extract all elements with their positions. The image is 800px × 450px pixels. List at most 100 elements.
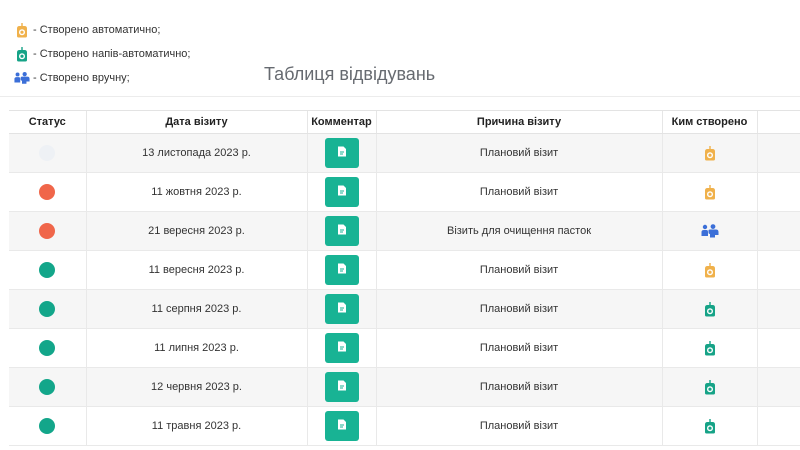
status-cell xyxy=(9,289,86,329)
robot-green-icon xyxy=(703,379,717,394)
status-cell xyxy=(9,328,86,368)
robot-orange-icon xyxy=(703,184,717,199)
table-row[interactable]: 11 липня 2023 р. Плановий візит xyxy=(9,328,800,368)
status-cell xyxy=(9,367,86,407)
table-row[interactable]: 11 серпня 2023 р. Плановий візит xyxy=(9,289,800,329)
column-header-reason[interactable]: Причина візиту xyxy=(375,110,662,134)
reason-cell: Плановий візит xyxy=(375,133,662,173)
column-header-comment[interactable]: Комментар xyxy=(306,110,376,134)
extra-cell xyxy=(756,367,800,407)
status-cell xyxy=(9,250,86,290)
column-header-date[interactable]: Дата візиту xyxy=(85,110,307,134)
table-row[interactable]: 13 листопада 2023 р. Плановий візит xyxy=(9,133,800,173)
status-cell xyxy=(9,406,86,446)
comment-cell xyxy=(306,328,376,368)
creator-cell xyxy=(661,328,757,368)
legend-item-manual: - Створено вручну; xyxy=(14,68,190,88)
legend-label-auto: - Створено автоматично; xyxy=(33,24,161,36)
robot-green-icon xyxy=(703,340,717,355)
comment-button[interactable] xyxy=(324,216,359,246)
people-blue-icon xyxy=(701,224,719,238)
status-cell xyxy=(9,211,86,251)
page-title: Таблиця відвідувань xyxy=(264,64,436,84)
comment-cell xyxy=(306,289,376,329)
comment-button[interactable] xyxy=(324,333,359,363)
document-icon xyxy=(337,302,347,316)
comment-cell xyxy=(306,406,376,446)
creator-cell xyxy=(661,172,757,212)
status-dot xyxy=(39,418,56,434)
column-header-creator[interactable]: Ким створено xyxy=(661,110,757,134)
comment-cell xyxy=(306,211,376,251)
creator-cell xyxy=(661,250,757,290)
document-icon xyxy=(337,224,347,238)
comment-button[interactable] xyxy=(324,177,359,207)
robot-green-icon xyxy=(703,301,717,316)
extra-cell xyxy=(756,406,800,446)
column-header-status[interactable]: Статус xyxy=(9,110,86,134)
reason-cell: Плановий візит xyxy=(375,367,662,407)
comment-button[interactable] xyxy=(324,138,359,168)
status-dot xyxy=(39,184,56,200)
status-dot xyxy=(39,145,56,161)
header-divider xyxy=(0,96,800,97)
date-cell: 11 липня 2023 р. xyxy=(85,328,307,368)
comment-button[interactable] xyxy=(324,255,359,285)
creator-cell xyxy=(661,211,757,251)
document-icon xyxy=(337,146,347,160)
reason-cell: Візить для очищення пасток xyxy=(375,211,662,251)
creator-cell xyxy=(661,133,757,173)
column-header-extra xyxy=(756,110,800,134)
status-cell xyxy=(9,172,86,212)
comment-button[interactable] xyxy=(324,294,359,324)
table-row[interactable]: 11 вересня 2023 р. Плановий візит xyxy=(9,250,800,290)
extra-cell xyxy=(756,250,800,290)
legend-label-manual: - Створено вручну; xyxy=(33,72,130,84)
date-cell: 11 травня 2023 р. xyxy=(85,406,307,446)
legend: - Створено автоматично; - Створено напів… xyxy=(14,20,190,92)
table-row[interactable]: 12 червня 2023 р. Плановий візит xyxy=(9,367,800,407)
status-dot xyxy=(39,340,56,356)
document-icon xyxy=(337,185,347,199)
comment-button[interactable] xyxy=(324,411,359,441)
creator-cell xyxy=(661,289,757,329)
robot-orange-icon xyxy=(703,145,717,160)
extra-cell xyxy=(756,133,800,173)
visits-table-body: 13 листопада 2023 р. Плановий візит 11 жов… xyxy=(9,133,800,446)
creator-cell xyxy=(661,367,757,407)
status-dot xyxy=(39,301,56,317)
extra-cell xyxy=(756,211,800,251)
people-blue-icon xyxy=(14,70,30,86)
visits-table: Статус Дата візиту Комментар Причина віз… xyxy=(9,110,800,446)
table-header-row: Статус Дата візиту Комментар Причина віз… xyxy=(9,110,800,134)
reason-cell: Плановий візит xyxy=(375,289,662,329)
extra-cell xyxy=(756,172,800,212)
legend-item-auto: - Створено автоматично; xyxy=(14,20,190,40)
date-cell: 21 вересня 2023 р. xyxy=(85,211,307,251)
date-cell: 11 жовтня 2023 р. xyxy=(85,172,307,212)
status-dot xyxy=(39,223,56,239)
legend-label-semi-auto: - Створено напів-автоматично; xyxy=(33,48,191,60)
reason-cell: Плановий візит xyxy=(375,328,662,368)
robot-green-icon xyxy=(14,46,30,62)
comment-button[interactable] xyxy=(324,372,359,402)
status-dot xyxy=(39,379,56,395)
status-cell xyxy=(9,133,86,173)
comment-cell xyxy=(306,172,376,212)
robot-orange-icon xyxy=(14,22,30,38)
document-icon xyxy=(337,263,347,277)
document-icon xyxy=(337,341,347,355)
comment-cell xyxy=(306,367,376,407)
reason-cell: Плановий візит xyxy=(375,172,662,212)
table-row[interactable]: 11 жовтня 2023 р. Плановий візит xyxy=(9,172,800,212)
comment-cell xyxy=(306,250,376,290)
table-row[interactable]: 21 вересня 2023 р. Візить для очищення па… xyxy=(9,211,800,251)
comment-cell xyxy=(306,133,376,173)
creator-cell xyxy=(661,406,757,446)
table-row[interactable]: 11 травня 2023 р. Плановий візит xyxy=(9,406,800,446)
document-icon xyxy=(337,380,347,394)
status-dot xyxy=(39,262,56,278)
date-cell: 12 червня 2023 р. xyxy=(85,367,307,407)
legend-item-semi-auto: - Створено напів-автоматично; xyxy=(14,44,190,64)
extra-cell xyxy=(756,289,800,329)
